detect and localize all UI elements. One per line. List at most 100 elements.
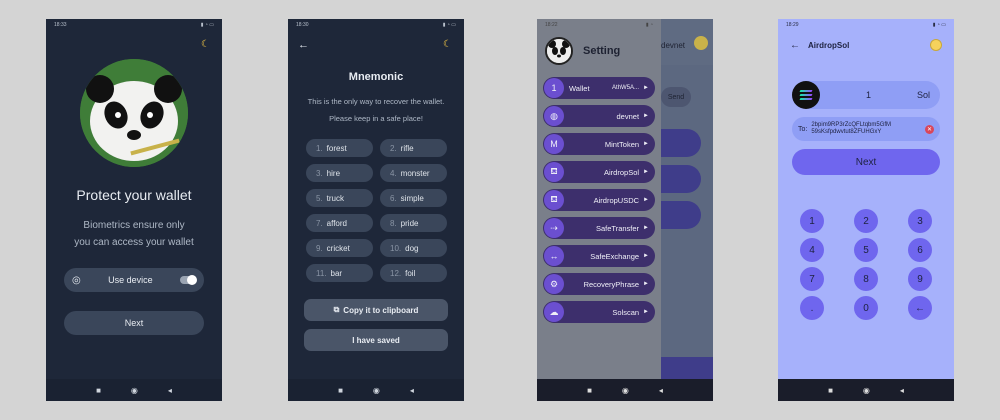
key-9[interactable]: 9	[908, 267, 932, 291]
word-number: 1.	[316, 143, 323, 153]
key-4[interactable]: 4	[800, 238, 824, 262]
drawer-item-airdropusdc[interactable]: ⛾ AirdropUSDC ►	[543, 189, 655, 211]
clipboard-icon: ⧉	[333, 305, 340, 314]
status-time: 18:29	[786, 22, 799, 28]
page-subtitle: Biometrics ensure only you can access yo…	[54, 217, 214, 251]
drawer-item-value: Solscan	[612, 307, 640, 317]
subtitle-line: Biometrics ensure only	[83, 220, 185, 231]
home-icon[interactable]: ◉	[373, 386, 380, 395]
mnemonic-word: 7. afford	[306, 214, 373, 232]
status-time: 18:22	[545, 22, 558, 28]
key-0[interactable]: 0	[854, 296, 878, 320]
mnemonic-word: 2. rifle	[380, 139, 447, 157]
next-button[interactable]: Next	[64, 311, 204, 335]
word-number: 6.	[390, 193, 397, 203]
drawer-title: Setting	[583, 45, 621, 57]
drawer-item-value: SafeTransfer	[595, 223, 640, 233]
drawer-item-icon: ☁	[544, 302, 564, 322]
recipient-label: To:	[798, 125, 808, 133]
use-device-switch[interactable]	[180, 275, 197, 285]
drawer-item-icon: ⛾	[544, 190, 564, 210]
key-7[interactable]: 7	[800, 267, 824, 291]
word-number: 2.	[390, 143, 397, 153]
amount-field[interactable]: 1 Sol	[792, 81, 940, 109]
drawer-item-athw5a-[interactable]: 1 Wallet AthW5A... ►	[543, 77, 655, 99]
top-bar: ← AirdropSol	[790, 39, 942, 51]
backspace-key[interactable]: ←	[908, 296, 932, 320]
chevron-right-icon: ►	[643, 113, 649, 119]
status-bar: 18:29 ▮ ◔ ▭	[778, 19, 954, 31]
recents-icon[interactable]: ■	[338, 386, 343, 395]
key-1[interactable]: 1	[800, 209, 824, 233]
page-title: AirdropSol	[808, 40, 850, 50]
copy-clipboard-button[interactable]: ⧉ Copy it to clipboard	[304, 299, 448, 321]
drawer-item-icon: M	[544, 134, 564, 154]
recents-icon[interactable]: ■	[96, 386, 101, 395]
drawer-item-icon: ⇢	[544, 218, 564, 238]
drawer-item-value: devnet	[616, 111, 640, 121]
word-text: rifle	[400, 143, 414, 153]
home-icon[interactable]: ◉	[131, 386, 138, 395]
status-time: 18:30	[296, 22, 309, 28]
key-8[interactable]: 8	[854, 267, 878, 291]
moon-icon[interactable]: ☾	[201, 39, 210, 50]
mnemonic-word-grid: 1. forest 2. rifle 3. hire 4. monster 5. truck 6. s…	[306, 139, 447, 282]
drawer-item-safetransfer[interactable]: ⇢ SafeTransfer ►	[543, 217, 655, 239]
status-icons: ▮ ◔ ▭	[442, 22, 456, 28]
chevron-right-icon: ►	[643, 281, 649, 287]
back-icon[interactable]: ◂	[659, 386, 663, 395]
back-icon[interactable]: ◂	[410, 386, 414, 395]
status-icons: ▮ ◔	[645, 22, 653, 28]
drawer-item-recoveryphrase[interactable]: ⚙ RecoveryPhrase ►	[543, 273, 655, 295]
next-button[interactable]: Next	[792, 149, 940, 175]
back-icon[interactable]: ◂	[900, 386, 904, 395]
key-5[interactable]: 5	[854, 238, 878, 262]
page-description: This is the only way to recover the wall…	[292, 93, 460, 127]
mnemonic-word: 6. simple	[380, 189, 447, 207]
amount-unit: Sol	[916, 90, 930, 100]
word-text: forest	[326, 143, 347, 153]
use-device-toggle-row[interactable]: ◎ Use device	[64, 268, 204, 292]
description-line: This is the only way to recover the wall…	[307, 97, 445, 106]
android-nav-bar: ■ ◉ ◂	[537, 379, 713, 401]
recents-icon[interactable]: ■	[587, 386, 592, 395]
back-arrow-icon[interactable]: ←	[790, 40, 800, 51]
drawer-item-solscan[interactable]: ☁ Solscan ►	[543, 301, 655, 323]
moon-icon[interactable]: ☾	[443, 39, 452, 50]
key-3[interactable]: 3	[908, 209, 932, 233]
word-text: cricket	[326, 243, 350, 253]
decimal-key[interactable]: .	[800, 296, 824, 320]
key-2[interactable]: 2	[854, 209, 878, 233]
clear-icon[interactable]: ✕	[925, 124, 934, 134]
drawer-item-value: SafeExchange	[590, 251, 640, 261]
amount-value: 1	[865, 90, 871, 100]
use-device-label: Use device	[108, 275, 153, 285]
chevron-right-icon: ►	[643, 253, 649, 259]
i-have-saved-button[interactable]: I have saved	[304, 329, 448, 351]
drawer-item-minttoken[interactable]: M MintToken ►	[543, 133, 655, 155]
chevron-right-icon: ►	[643, 169, 649, 175]
drawer-item-label: Wallet	[569, 83, 590, 93]
recents-icon[interactable]: ■	[828, 386, 833, 395]
back-icon[interactable]: ◂	[168, 386, 172, 395]
word-number: 10.	[390, 243, 402, 253]
drawer-item-devnet[interactable]: ◍ devnet ►	[543, 105, 655, 127]
bg-card	[661, 129, 701, 157]
drawer-item-safeexchange[interactable]: ↔ SafeExchange ►	[543, 245, 655, 267]
home-icon[interactable]: ◉	[622, 386, 629, 395]
android-nav-bar: ■ ◉ ◂	[46, 379, 222, 401]
back-arrow-icon[interactable]: ←	[298, 39, 309, 51]
recipient-field[interactable]: To: 2bpim9RP3rZcQFLtqbm5GfM 59sKsfpdwvtu…	[792, 117, 940, 141]
word-text: afford	[326, 218, 347, 228]
avatar[interactable]	[930, 39, 942, 51]
drawer-item-airdropsol[interactable]: ⛾ AirdropSol ►	[543, 161, 655, 183]
key-6[interactable]: 6	[908, 238, 932, 262]
bg-avatar	[694, 36, 708, 50]
bg-footer	[661, 357, 713, 379]
drawer-item-value: AirdropUSDC	[593, 195, 640, 205]
word-number: 3.	[316, 168, 323, 178]
address-line: 59sKsfpdwvtut8ZFUHGxY	[811, 129, 882, 135]
drawer-item-value: AthW5A...	[612, 85, 640, 91]
mnemonic-word: 3. hire	[306, 164, 373, 182]
home-icon[interactable]: ◉	[863, 386, 870, 395]
